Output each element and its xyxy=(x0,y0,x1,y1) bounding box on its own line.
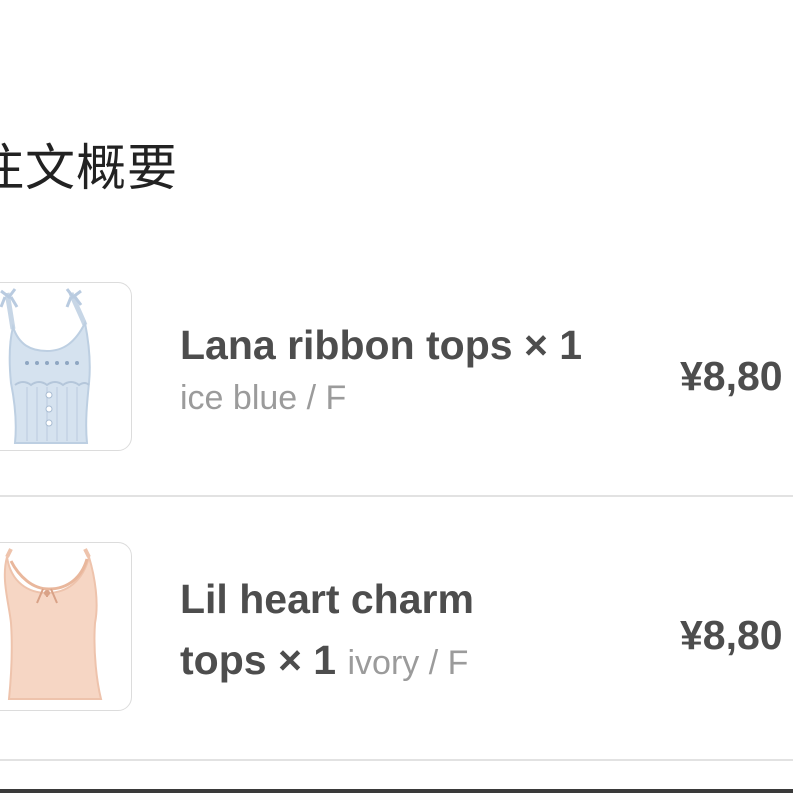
product-variant: ivory / F xyxy=(347,644,469,682)
product-name[interactable]: Lana ribbon tops × 1 xyxy=(180,315,620,376)
product-thumbnail[interactable] xyxy=(0,282,132,451)
product-quantity: × 1 xyxy=(277,637,337,683)
product-name[interactable]: Lil heart charm tops × 1 ivory / F xyxy=(180,569,620,694)
product-name-text: Lil heart charm xyxy=(180,576,474,622)
order-summary-title: 注文概要 xyxy=(0,139,178,197)
product-name-text: Lana ribbon tops xyxy=(180,322,513,368)
bottom-divider xyxy=(0,789,793,793)
product-name-text-line2: tops xyxy=(180,637,267,683)
product-quantity: × 1 xyxy=(523,322,583,368)
blue-camisole-top-icon xyxy=(0,288,91,444)
peach-tank-top-icon xyxy=(3,548,103,700)
product-thumbnail[interactable] xyxy=(0,542,132,711)
order-item-row[interactable]: Lana ribbon tops × 1 ice blue / F xyxy=(0,265,793,497)
product-variant: ice blue / F xyxy=(180,379,347,417)
product-price: ¥8,80 xyxy=(680,353,783,399)
order-item-row[interactable]: Lil heart charm tops × 1 ivory / F xyxy=(0,497,793,761)
product-price: ¥8,80 xyxy=(680,612,783,658)
